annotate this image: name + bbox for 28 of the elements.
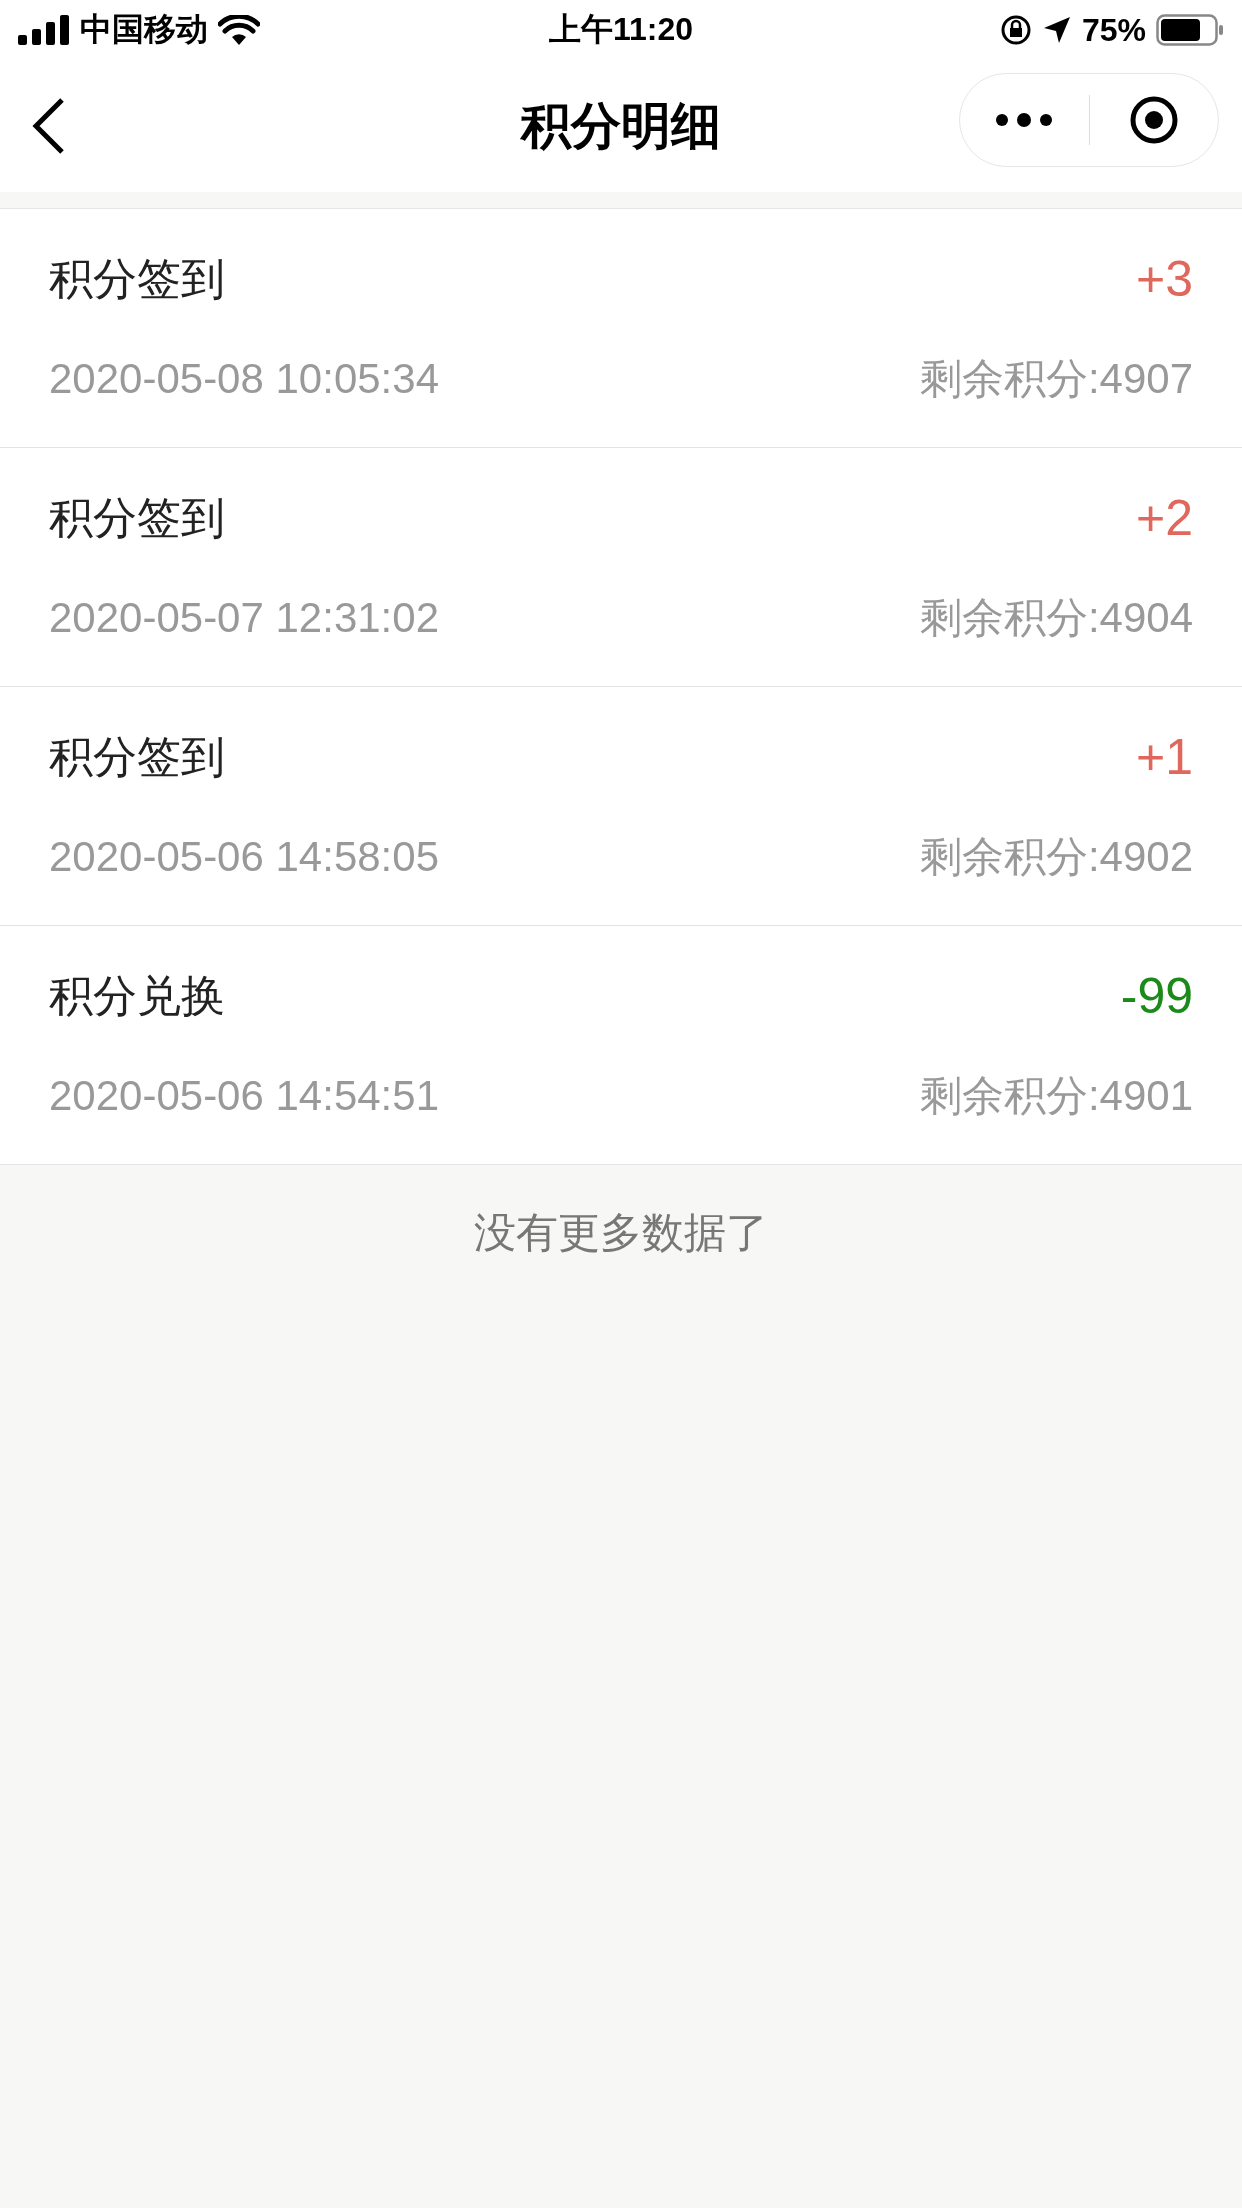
record-date: 2020-05-06 14:58:05 xyxy=(49,833,439,881)
signal-icon xyxy=(18,15,70,45)
remaining-points: 剩余积分:4904 xyxy=(919,593,1193,643)
record-title: 积分签到 xyxy=(49,252,225,305)
carrier-name: 中国移动 xyxy=(80,10,208,49)
points-change: +1 xyxy=(1136,728,1193,786)
close-target-icon[interactable] xyxy=(1128,95,1179,145)
status-time: 上午11:20 xyxy=(548,10,694,49)
wifi-icon xyxy=(218,15,260,45)
rotation-lock-icon xyxy=(999,14,1032,46)
remaining-points: 剩余积分:4907 xyxy=(919,354,1193,404)
points-change: +3 xyxy=(1136,250,1193,308)
battery-icon xyxy=(1156,14,1224,46)
page-title: 积分明细 xyxy=(521,96,721,156)
points-change: +2 xyxy=(1136,489,1193,547)
back-icon[interactable] xyxy=(30,97,66,155)
record-title: 积分签到 xyxy=(49,730,225,783)
record-date: 2020-05-07 12:31:02 xyxy=(49,594,439,642)
record-date: 2020-05-06 14:54:51 xyxy=(49,1072,439,1120)
remaining-points: 剩余积分:4902 xyxy=(919,832,1193,882)
battery-percent: 75% xyxy=(1081,11,1146,49)
record-date: 2020-05-08 10:05:34 xyxy=(49,355,439,403)
remaining-points: 剩余积分:4901 xyxy=(919,1071,1193,1121)
record-title: 积分签到 xyxy=(49,491,225,544)
no-more-data-text: 没有更多数据了 xyxy=(474,1209,768,1256)
points-change: -99 xyxy=(1120,967,1193,1025)
more-icon[interactable] xyxy=(995,113,1054,127)
record-title: 积分兑换 xyxy=(49,969,225,1022)
